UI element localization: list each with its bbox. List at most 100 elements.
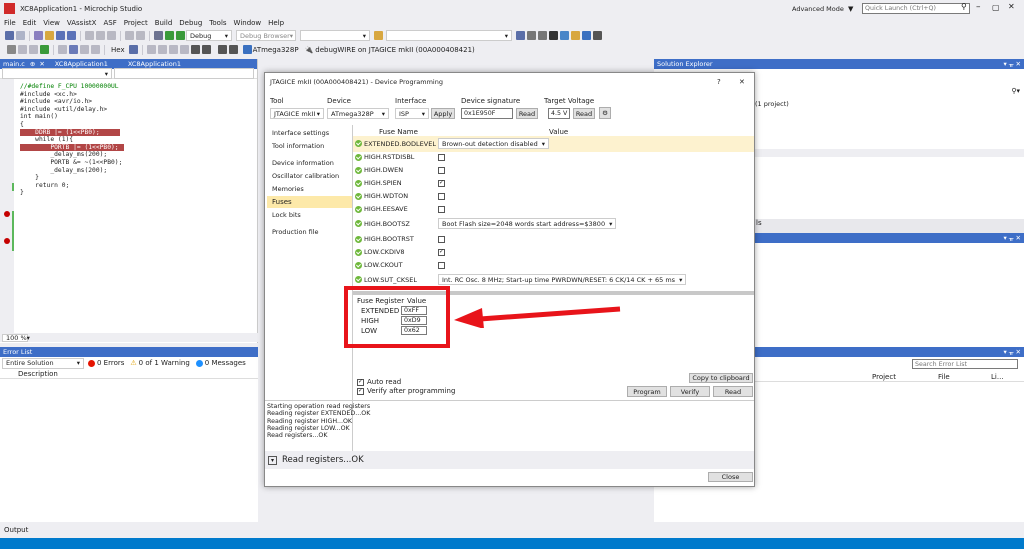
tools-icon[interactable] xyxy=(228,45,238,54)
settings-icon[interactable] xyxy=(538,31,547,40)
breakpoint-icon[interactable] xyxy=(4,238,10,244)
column-file[interactable]: File xyxy=(938,373,950,381)
nav-memories[interactable]: Memories xyxy=(272,185,304,193)
layout-icon[interactable] xyxy=(146,45,156,54)
search-solution-icon[interactable]: ⚲▾ xyxy=(1011,87,1020,95)
fuse-checkbox[interactable] xyxy=(438,153,445,161)
menu-edit[interactable]: Edit xyxy=(23,19,37,27)
advanced-mode-label[interactable]: Advanced Mode xyxy=(792,5,844,13)
interface-select[interactable]: ISP ▾ xyxy=(395,108,429,119)
member-select[interactable] xyxy=(114,68,254,79)
menu-help[interactable]: Help xyxy=(268,19,284,27)
breakpoint-icon[interactable] xyxy=(4,211,10,217)
warnings-filter[interactable]: ⚠ 0 of 1 Warning xyxy=(130,359,189,367)
save-icon[interactable] xyxy=(56,31,65,40)
paste-icon[interactable] xyxy=(107,31,116,40)
device-label[interactable]: ATmega328P xyxy=(253,46,299,54)
pin-icon[interactable]: ▾ ᚂ ✕ xyxy=(1004,348,1024,356)
quick-launch-input[interactable]: Quick Launch (Ctrl+Q) xyxy=(862,3,970,14)
menu-project[interactable]: Project xyxy=(124,19,148,27)
board-icon[interactable] xyxy=(560,31,569,40)
device-pack-icon[interactable] xyxy=(217,45,227,54)
menu-tools[interactable]: Tools xyxy=(209,19,226,27)
menu-debug[interactable]: Debug xyxy=(179,19,202,27)
close-window-icon[interactable]: ✕ xyxy=(1008,2,1015,11)
nav-production-file[interactable]: Production file xyxy=(272,228,319,236)
nav-lock-bits[interactable]: Lock bits xyxy=(272,211,301,219)
pin-icon[interactable]: ▾ ᚂ ✕ xyxy=(1004,234,1024,242)
start-without-debug-icon[interactable] xyxy=(176,31,185,40)
scope-filter-select[interactable]: Entire Solution ▾ xyxy=(2,357,84,369)
search-error-list-input[interactable]: Search Error List xyxy=(912,359,1018,369)
debugger-label[interactable]: debugWIRE on JTAGICE mkII (00A000408421) xyxy=(315,46,474,54)
stop-icon[interactable] xyxy=(18,45,27,54)
start-debug-icon[interactable] xyxy=(165,31,174,40)
undo-icon[interactable] xyxy=(125,31,134,40)
copy-icon[interactable] xyxy=(96,31,105,40)
cut-icon[interactable] xyxy=(85,31,94,40)
close-tab-icon[interactable]: ✕ xyxy=(37,60,46,68)
fuse-value-select[interactable]: Boot Flash size=2048 words start address… xyxy=(438,218,617,229)
save-all-icon[interactable] xyxy=(67,31,76,40)
menu-window[interactable]: Window xyxy=(234,19,262,27)
read-button[interactable]: Read xyxy=(713,386,753,397)
layout4-icon[interactable] xyxy=(179,45,189,54)
step-into-icon[interactable] xyxy=(58,45,67,54)
errors-filter[interactable]: 0 Errors xyxy=(88,359,124,367)
device-chip-icon[interactable] xyxy=(242,45,252,54)
auto-read-checkbox[interactable]: ✓ xyxy=(357,378,364,386)
pin-icon[interactable]: ⊕ xyxy=(28,60,37,68)
fuse-checkbox[interactable] xyxy=(438,205,445,213)
run-to-cursor-icon[interactable] xyxy=(91,45,100,54)
menu-build[interactable]: Build xyxy=(155,19,173,27)
apply-button[interactable]: Apply xyxy=(431,108,455,119)
find-icon[interactable] xyxy=(374,31,383,40)
search-icon[interactable]: ⚲ xyxy=(961,2,967,11)
fuse-value-select[interactable]: Brown-out detection disabled ▾ xyxy=(438,138,549,149)
terminal-icon[interactable] xyxy=(582,31,591,40)
dialog-close-icon[interactable]: ✕ xyxy=(739,78,745,86)
debug-browser-select[interactable]: Debug Browser ▾ xyxy=(236,30,296,41)
build-icon[interactable] xyxy=(154,31,163,40)
read-voltage-button[interactable]: Read xyxy=(573,108,595,119)
fuse-checkbox[interactable]: ✓ xyxy=(438,248,445,256)
expand-log-icon[interactable]: ▾ xyxy=(268,455,277,465)
nav-oscillator-calibration[interactable]: Oscillator calibration xyxy=(272,172,339,180)
code-editor[interactable]: main.c ⊕ ✕ XC8Application1 XC8Applicatio… xyxy=(0,59,258,343)
verify-button[interactable]: Verify xyxy=(670,386,710,397)
program-button[interactable]: Program xyxy=(627,386,667,397)
copy-to-clipboard-button[interactable]: Copy to clipboard xyxy=(689,373,753,383)
menu-asf[interactable]: ASF xyxy=(103,19,116,27)
io-view-icon[interactable] xyxy=(201,45,211,54)
platform-select[interactable]: ▾ xyxy=(300,30,370,41)
nav-device-information[interactable]: Device information xyxy=(272,159,334,167)
fuse-checkbox[interactable] xyxy=(438,166,445,174)
processor-view-icon[interactable] xyxy=(190,45,200,54)
nav-tool-information[interactable]: Tool information xyxy=(272,142,324,150)
verify-after-option[interactable]: ✓ Verify after programming xyxy=(357,387,455,395)
nav-interface-settings[interactable]: Interface settings xyxy=(272,129,329,137)
minimize-icon[interactable]: – xyxy=(976,2,981,12)
device-programming-icon[interactable] xyxy=(516,31,525,40)
verify-after-checkbox[interactable]: ✓ xyxy=(357,387,364,395)
menu-vassistx[interactable]: VAssistX xyxy=(67,19,97,27)
breakpoint-margin[interactable] xyxy=(0,79,14,339)
column-line[interactable]: Li... xyxy=(991,373,1004,381)
layout2-icon[interactable] xyxy=(157,45,167,54)
open-icon[interactable] xyxy=(45,31,54,40)
windows-menu-icon[interactable] xyxy=(128,45,138,54)
read-signature-button[interactable]: Read xyxy=(516,108,538,119)
fuse-value-select[interactable]: Int. RC Osc. 8 MHz; Start-up time PWRDWN… xyxy=(438,274,687,285)
restart-icon[interactable] xyxy=(29,45,38,54)
config-select[interactable]: Debug ▾ xyxy=(186,30,232,41)
gear-icon[interactable]: ⚙ xyxy=(599,107,611,119)
column-description[interactable]: Description xyxy=(18,370,58,378)
find-combo[interactable]: ▾ xyxy=(386,30,512,41)
tool-select[interactable]: JTAGICE mkII ▾ xyxy=(270,108,324,119)
close-button[interactable]: Close xyxy=(708,472,753,482)
scope-select[interactable]: ▾ xyxy=(2,68,112,79)
nav-fuses[interactable]: Fuses xyxy=(267,196,352,208)
extension-icon[interactable] xyxy=(571,31,580,40)
hex-toggle[interactable]: Hex xyxy=(111,46,125,54)
redo-icon[interactable] xyxy=(136,31,145,40)
